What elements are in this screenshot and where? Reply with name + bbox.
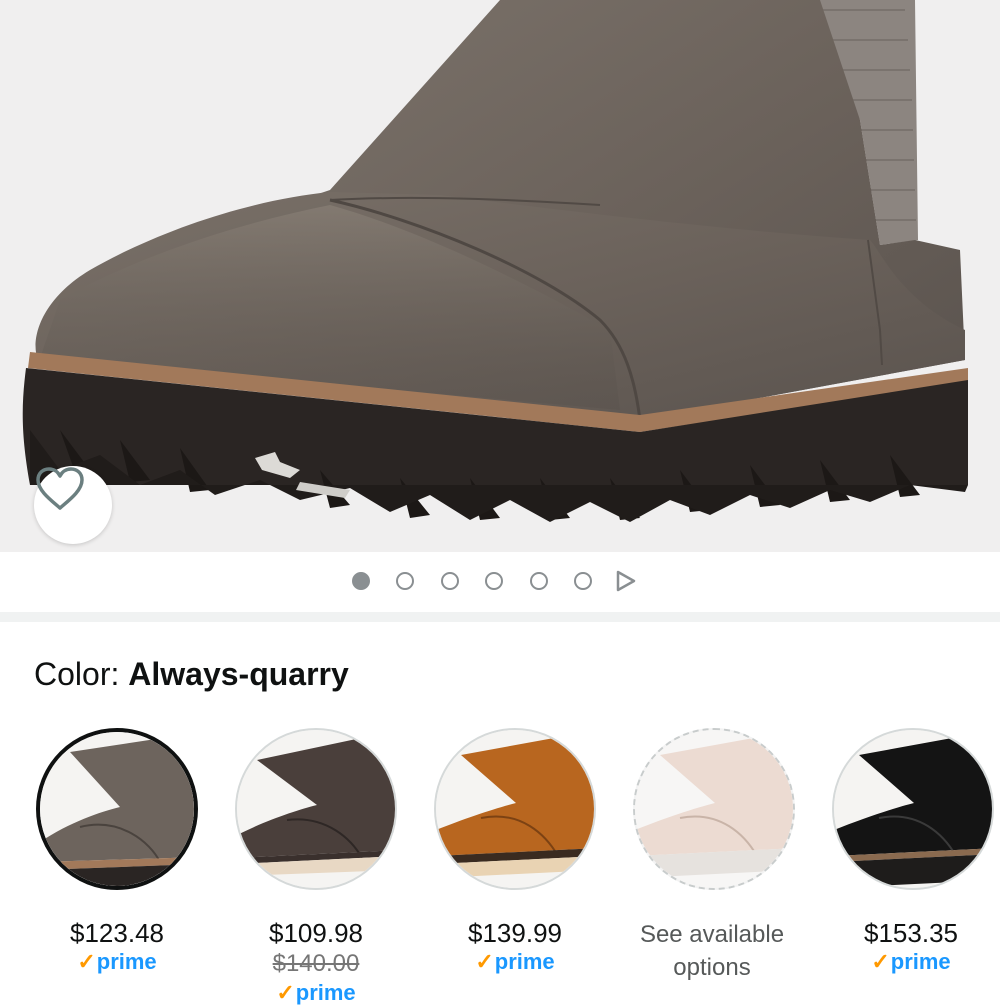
carousel-dot-1[interactable] [352,572,370,590]
prime-check-icon: ✓ [475,949,494,974]
swatch-2-list-price: $140.00 [272,950,360,977]
carousel-dot-4[interactable] [485,572,503,590]
prime-check-icon: ✓ [871,949,890,974]
swatch-3-price: $139.99 [468,918,562,948]
color-label: Color: [34,656,129,692]
heart-outline-icon [36,467,84,510]
color-swatch-3[interactable] [434,728,596,890]
swatch-image [436,730,594,888]
swatch-5-prime-badge: ✓prime [871,949,951,974]
play-triangle-icon[interactable] [615,569,637,593]
prime-check-icon: ✓ [77,949,96,974]
swatch-2-price: $109.98 [269,918,363,948]
swatch-image [237,730,395,888]
add-to-favorites-button[interactable] [34,466,112,544]
color-swatch-5[interactable] [832,728,994,890]
swatch-5-price: $153.35 [864,918,958,948]
product-image-carousel[interactable] [0,0,1000,552]
color-swatch-4-unavailable[interactable] [633,728,795,890]
swatch-image [40,732,194,886]
carousel-dot-3[interactable] [441,572,459,590]
swatch-image [834,730,992,888]
carousel-dot-5[interactable] [530,572,548,590]
carousel-pagination [0,552,1000,612]
swatch-1-prime-badge: ✓prime [77,949,157,974]
section-divider [0,612,1000,622]
color-swatch-2[interactable] [235,728,397,890]
swatch-image [635,730,793,888]
selected-color-name: Always-quarry [128,656,349,692]
swatch-1-price: $123.48 [70,918,164,948]
swatch-4-availability[interactable]: See available options [612,918,812,984]
color-swatch-always-quarry[interactable] [36,728,198,890]
prime-check-icon: ✓ [276,980,295,1005]
swatch-3-prime-badge: ✓prime [475,949,555,974]
carousel-dot-6[interactable] [574,572,592,590]
color-selection-label: Color: Always-quarry [34,656,349,693]
swatch-2-prime-badge: ✓prime [276,980,356,1005]
product-image-boot [22,0,969,522]
carousel-dot-2[interactable] [396,572,414,590]
